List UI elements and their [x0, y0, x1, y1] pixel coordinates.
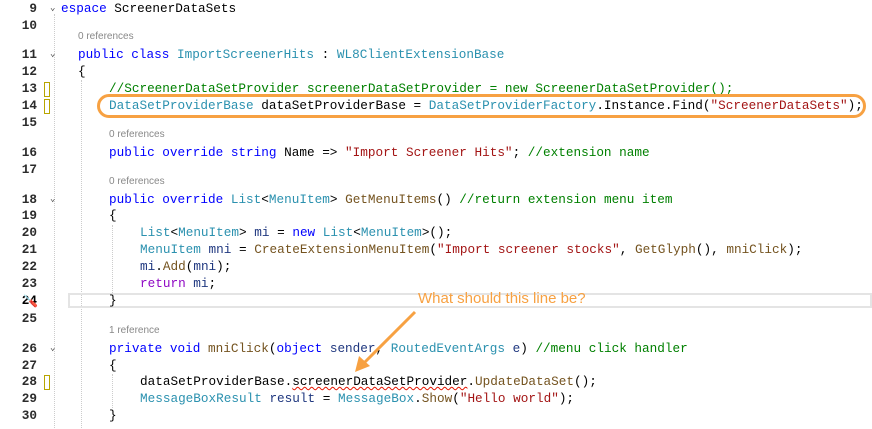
arrow-shaft	[360, 310, 417, 367]
code-editor[interactable]: 9 ⌄ espace ScreenerDataSets 10 11 ⌄ 0 referenc…	[0, 0, 872, 429]
annotation-arrow	[355, 310, 417, 372]
